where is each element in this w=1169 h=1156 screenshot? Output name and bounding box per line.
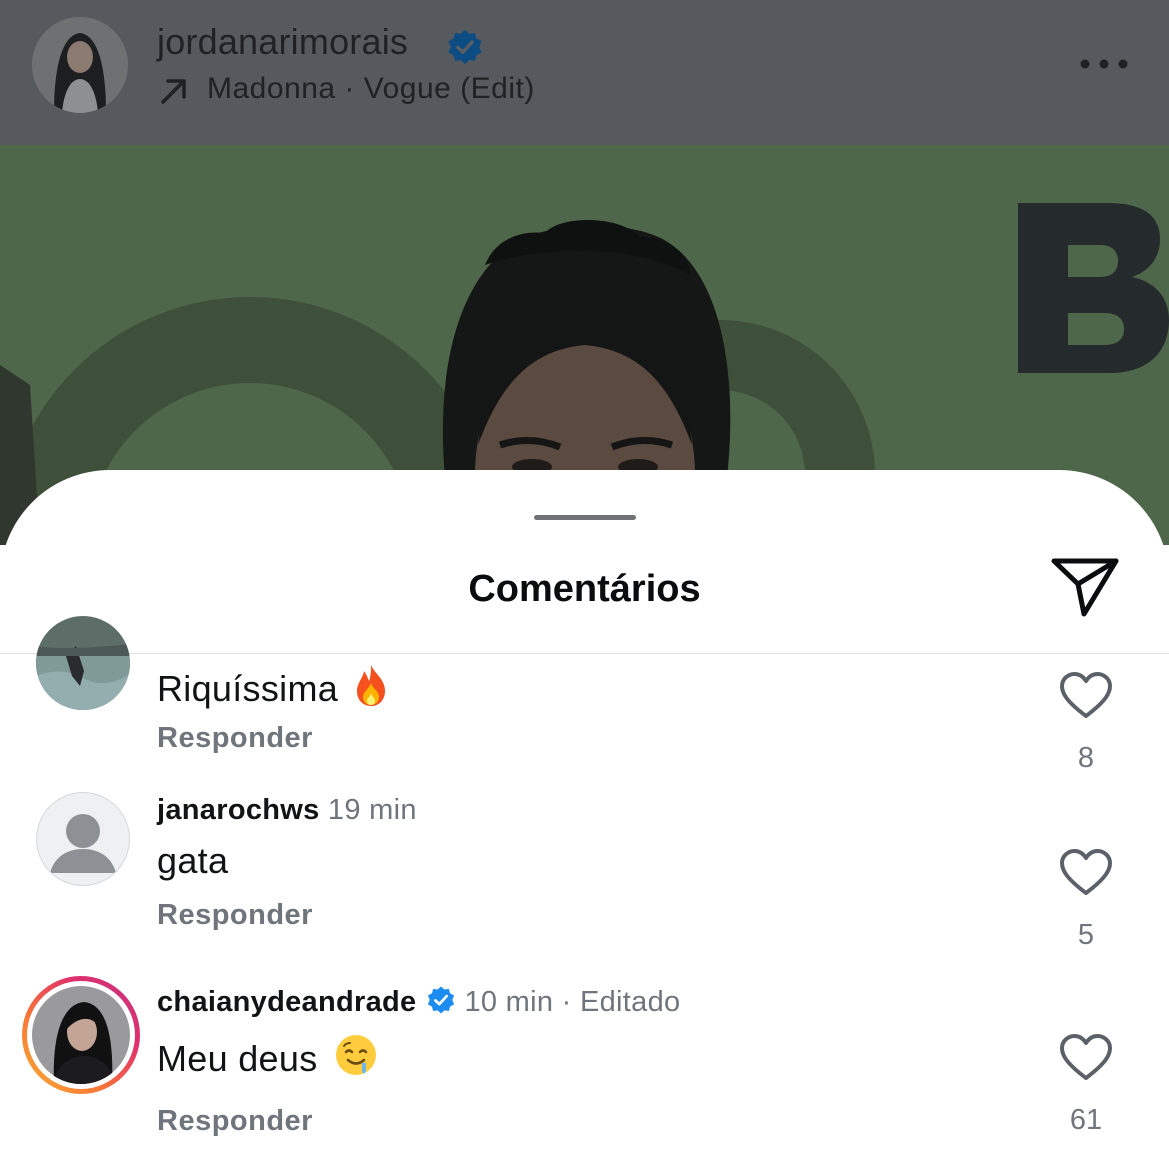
commenter-avatar[interactable]	[36, 616, 130, 710]
divider	[0, 653, 1169, 654]
post-author-avatar[interactable]	[32, 17, 128, 113]
comments-title: Comentários	[468, 568, 701, 610]
heart-icon[interactable]	[1058, 670, 1114, 720]
comments-sheet: Comentários Riquíssima Responder 8 janar…	[0, 470, 1169, 1156]
like-count: 8	[1077, 742, 1095, 774]
heart-icon[interactable]	[1058, 847, 1114, 897]
avatar-image	[32, 17, 128, 113]
comment-text: Meu deus	[157, 1033, 378, 1086]
comment-header: chaianydeandrade 10 min · Editado	[157, 985, 680, 1019]
comment-time: 10 min	[464, 986, 554, 1018]
comment-edited-label: · Editado	[561, 986, 681, 1018]
comment-time: 19 min	[327, 794, 417, 826]
avatar-image	[36, 616, 130, 710]
verified-badge-icon	[428, 986, 455, 1014]
post-username[interactable]: jordanarimorais	[157, 21, 408, 63]
reply-button[interactable]: Responder	[157, 899, 313, 932]
paper-plane-icon[interactable]	[1048, 554, 1124, 620]
reply-button[interactable]: Responder	[157, 722, 313, 755]
fire-emoji-icon	[352, 663, 390, 716]
like-count: 61	[1069, 1104, 1103, 1136]
verified-badge-icon	[448, 29, 482, 65]
like-count: 5	[1077, 919, 1095, 951]
post-audio-label[interactable]: Madonna · Vogue (Edit)	[207, 72, 535, 106]
avatar-image	[32, 986, 130, 1084]
comment-text: gata	[157, 840, 229, 881]
reply-button[interactable]: Responder	[157, 1105, 313, 1138]
comment-username[interactable]: janarochws	[157, 794, 320, 826]
heart-icon[interactable]	[1058, 1032, 1114, 1082]
post-header: jordanarimorais Madonna · Vogue (Edit)	[0, 0, 1169, 145]
arrow-up-right-icon	[161, 79, 186, 104]
commenter-avatar	[32, 986, 130, 1084]
drooling-face-emoji-icon	[334, 1033, 378, 1086]
story-ring[interactable]	[22, 976, 140, 1094]
sheet-drag-handle[interactable]	[534, 515, 636, 520]
instagram-post-screen: jordanarimorais Madonna · Vogue (Edit) C…	[0, 0, 1169, 1156]
comment-username[interactable]: chaianydeandrade	[157, 986, 416, 1018]
default-avatar-icon[interactable]	[36, 792, 130, 886]
comment-header: janarochws 19 min	[157, 794, 417, 827]
comment-text: Riquíssima	[157, 663, 390, 716]
more-horizontal-icon[interactable]	[1078, 54, 1130, 74]
